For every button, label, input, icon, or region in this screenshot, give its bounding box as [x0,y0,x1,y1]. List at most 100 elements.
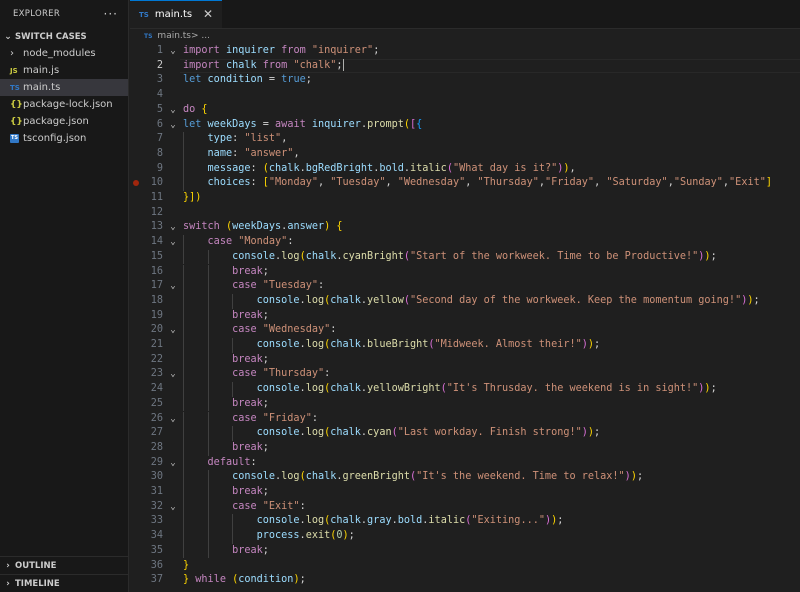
line-number: 32 [150,500,163,512]
code-line[interactable]: 17 ⌄ case "Tuesday": [130,279,800,294]
code-line[interactable]: 31 break; [130,485,800,500]
code-line[interactable]: 7 type: "list", [130,132,800,147]
code-line[interactable]: 33 console.log(chalk.gray.bold.italic("E… [130,514,800,530]
fold-chevron-icon[interactable]: ⌄ [168,220,178,235]
breadcrumb-separator[interactable]: > ... [191,31,210,41]
more-actions-icon[interactable]: ··· [104,7,118,21]
code-line[interactable]: 16 break; [130,264,800,280]
line-number: 9 [156,162,163,174]
code-line[interactable]: 21 console.log(chalk.blueBright("Midweek… [130,338,800,353]
code-text: console.log(chalk.cyan("Last workday. Fi… [256,427,601,439]
code-line[interactable]: 1 ⌄ import inquirer from "inquirer"; [130,44,800,59]
tree-item-main-ts[interactable]: TS main.ts [0,79,128,96]
code-line[interactable]: 36} [130,559,800,574]
code-line[interactable]: 14 ⌄ case "Monday": [130,235,800,250]
line-number: 3 [156,74,163,86]
tree-item-main-js[interactable]: JS main.js [0,62,128,79]
fold-chevron-icon[interactable]: ⌄ [168,323,178,338]
code-line[interactable]: 11}]) [130,191,800,206]
line-number: 15 [150,250,163,262]
fold-chevron-icon[interactable]: ⌄ [168,412,178,427]
code-line[interactable]: 23 ⌄ case "Thursday": [130,367,800,383]
code-text: console.log(chalk.greenBright("It's the … [232,471,644,483]
code-text: case "Exit": [232,500,306,512]
line-number: 29 [150,456,163,468]
code-line[interactable]: 28 break; [130,440,800,456]
tab-main-ts[interactable]: TS main.ts ✕ [130,0,222,28]
fold-chevron-icon[interactable]: ⌄ [168,118,178,133]
fold-chevron-icon[interactable]: ⌄ [168,456,178,471]
code-text: message: (chalk.bgRedBright.bold.italic(… [207,162,576,174]
tree-item-tsconfig-json[interactable]: TS tsconfig.json [0,130,128,147]
code-line[interactable]: 30 console.log(chalk.greenBright("It's t… [130,470,800,485]
code-text: switch (weekDays.answer) { [183,221,343,233]
fold-chevron-icon[interactable]: ⌄ [168,500,178,515]
line-number: 24 [150,383,163,395]
code-line[interactable]: 4 [130,88,800,103]
code-line[interactable]: 6 ⌄ let weekDays = await inquirer.prompt([… [130,118,800,133]
code-line[interactable]: 35 break; [130,543,800,559]
code-line[interactable]: 26 ⌄ case "Friday": [130,411,800,427]
code-text: case "Thursday": [232,368,331,380]
outline-panel-header[interactable]: › OUTLINE [0,556,128,574]
code-line[interactable]: 10 choices: ["Monday", "Tuesday", "Wedne… [130,176,800,191]
project-folder-name: SWITCH CASES [15,31,87,42]
code-line[interactable]: 20 ⌄ case "Wednesday": [130,323,800,338]
code-line[interactable]: 5 ⌄ do { [130,103,800,118]
code-line[interactable]: 29 ⌄ default: [130,455,800,471]
code-text: } while (condition); [183,574,306,586]
code-text: choices: ["Monday", "Tuesday", "Wednesda… [207,177,772,189]
explorer-sidebar: EXPLORER ··· ⌄ SWITCH CASES › node_modul… [0,0,129,592]
line-number: 16 [150,265,163,277]
json-file-icon: {} [10,116,23,127]
typescript-file-icon: TS [144,32,153,40]
code-line[interactable]: 15 console.log(chalk.cyanBright("Start o… [130,249,800,265]
code-text: break; [232,353,269,365]
chevron-right-icon: › [6,578,10,589]
line-number: 25 [150,397,163,409]
code-line[interactable]: 3 let condition = true; [130,73,800,88]
code-line[interactable]: 24 console.log(chalk.yellowBright("It's … [130,382,800,397]
line-number: 1 [156,45,163,56]
line-number: 4 [156,89,163,101]
code-line[interactable]: 9 message: (chalk.bgRedBright.bold.itali… [130,161,800,177]
code-text: console.log(chalk.blueBright("Midweek. A… [256,339,601,350]
code-line[interactable]: 13 ⌄ switch (weekDays.answer) { [130,220,800,235]
code-text: case "Friday": [232,412,318,424]
line-number: 22 [150,353,163,365]
timeline-title: TIMELINE [15,578,60,589]
tree-item-package-json[interactable]: {} package.json [0,113,128,130]
code-line[interactable]: 22 break; [130,352,800,368]
code-line[interactable]: 25 break; [130,396,800,412]
timeline-panel-header[interactable]: › TIMELINE [0,574,128,592]
code-line[interactable]: 19 break; [130,308,800,324]
fold-chevron-icon[interactable]: ⌄ [168,279,178,294]
code-editor[interactable]: 1 ⌄ import inquirer from "inquirer"; 2 impor… [130,44,800,592]
breadcrumb-file[interactable]: main.ts [157,31,191,41]
fold-chevron-icon[interactable]: ⌄ [168,44,178,59]
code-line[interactable]: 2 import chalk from "chalk"; [130,58,800,74]
breadcrumb: TS main.ts > ... [130,28,800,44]
tree-item-package-lock-json[interactable]: {} package-lock.json [0,96,128,113]
close-icon[interactable]: ✕ [203,8,213,20]
explorer-title: EXPLORER [13,9,61,19]
tree-item-node-modules[interactable]: › node_modules [0,45,128,62]
code-line[interactable]: 8 name: "answer", [130,146,800,162]
code-text: console.log(chalk.yellow("Second day of … [256,294,760,306]
code-line[interactable]: 27 console.log(chalk.cyan("Last workday.… [130,426,800,441]
code-text: type: "list", [207,133,288,145]
code-line[interactable]: 32 ⌄ case "Exit": [130,499,800,515]
fold-chevron-icon[interactable]: ⌄ [168,103,178,118]
code-text: break; [232,544,269,556]
fold-chevron-icon[interactable]: ⌄ [168,235,178,250]
chevron-right-icon: › [10,48,14,59]
code-line[interactable]: 34 process.exit(0); [130,529,800,544]
fold-chevron-icon[interactable]: ⌄ [168,367,178,382]
code-line[interactable]: 12 [130,206,800,221]
code-text: do { [183,103,208,115]
line-number: 26 [150,412,163,424]
project-folder-header[interactable]: ⌄ SWITCH CASES [0,28,128,45]
line-number: 20 [150,324,163,336]
code-line[interactable]: 18 console.log(chalk.yellow("Second day … [130,293,800,309]
code-line[interactable]: 37} while (condition); [130,573,800,588]
